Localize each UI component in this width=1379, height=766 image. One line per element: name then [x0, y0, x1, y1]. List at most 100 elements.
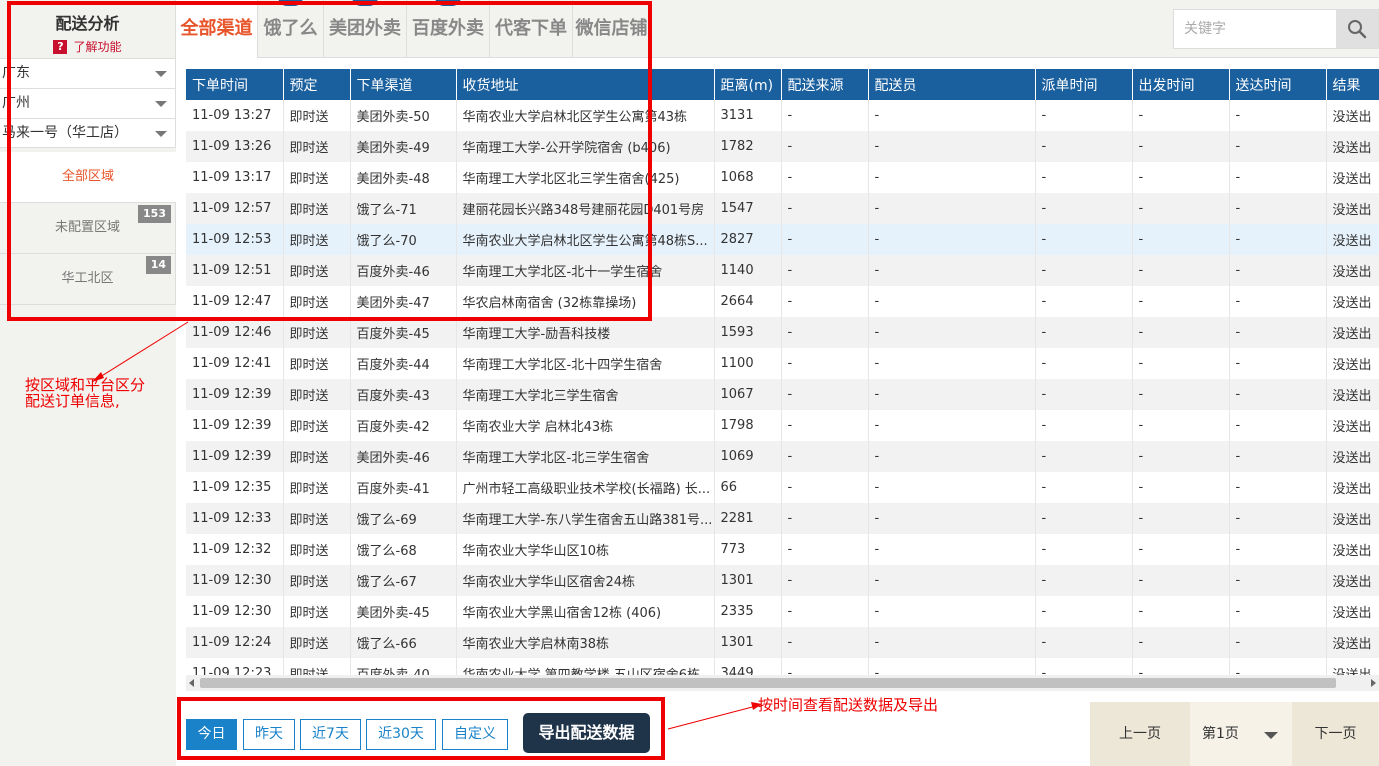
- search-icon: [1348, 20, 1367, 39]
- table-cell: -: [1132, 441, 1230, 472]
- table-cell: -: [1229, 255, 1327, 286]
- date-7days-button[interactable]: 近7天: [300, 719, 361, 750]
- table-row[interactable]: 11-09 12:39 即时送 美团外卖-46 华南理工大学北区-北三学生宿舍 1069…: [186, 441, 1379, 472]
- table-cell: -: [1132, 255, 1230, 286]
- orders-table-container[interactable]: 下单时间 预定 下单渠道 收货地址 距离(m) 配送来源 配送员 派单时间 出发…: [186, 69, 1379, 675]
- tab-eleme[interactable]: 71 饿了么: [258, 0, 324, 58]
- search-input[interactable]: [1174, 10, 1338, 48]
- zone-count-badge: 153: [138, 205, 171, 223]
- tab-proxy-order[interactable]: 代客下单: [490, 0, 573, 58]
- table-cell: -: [1035, 348, 1133, 379]
- tab-baidu[interactable]: 46 百度外卖: [407, 0, 490, 58]
- table-cell: -: [1035, 596, 1133, 627]
- table-cell: 华南农业大学华山区10栋: [456, 534, 715, 565]
- table-row[interactable]: 11-09 12:24 即时送 饿了么-66 华南农业大学启林南38栋 1301- - - -…: [186, 627, 1379, 658]
- tab-all-channels[interactable]: 全部渠道: [176, 0, 258, 58]
- table-cell: 华南理工大学-励吾科技楼: [456, 317, 715, 348]
- table-cell: -: [868, 410, 1036, 441]
- table-cell: 1100: [714, 348, 782, 379]
- table-row[interactable]: 11-09 12:46 即时送 百度外卖-45 华南理工大学-励吾科技楼 1593- - -…: [186, 317, 1379, 348]
- table-cell: 没送出: [1326, 534, 1379, 565]
- next-page-button[interactable]: 下一页: [1292, 702, 1379, 766]
- table-row[interactable]: 11-09 12:30 即时送 美团外卖-45 华南农业大学黑山宿舍12栋 (406)…: [186, 596, 1379, 627]
- tab-wechat-store[interactable]: 微信店铺: [573, 0, 650, 58]
- table-cell: -: [781, 100, 869, 131]
- table-row[interactable]: 11-09 12:51 即时送 百度外卖-46 华南理工大学北区-北十一学生宿舍 114…: [186, 255, 1379, 286]
- table-cell: 1069: [714, 441, 782, 472]
- column-header[interactable]: 送达时间: [1229, 69, 1327, 100]
- column-header[interactable]: 配送员: [868, 69, 1036, 100]
- column-header[interactable]: 结果: [1326, 69, 1379, 100]
- tab-meituan[interactable]: 50 美团外卖: [324, 0, 407, 58]
- column-header[interactable]: 下单时间: [186, 69, 284, 100]
- table-row[interactable]: 11-09 12:32 即时送 饿了么-68 华南农业大学华山区10栋 773- - - - -…: [186, 534, 1379, 565]
- table-cell: 3131: [714, 100, 782, 131]
- table-cell: -: [1132, 596, 1230, 627]
- table-row[interactable]: 11-09 12:39 即时送 百度外卖-42 华南农业大学 启林北43栋 1798- -…: [186, 410, 1379, 441]
- zone-item-unconfigured[interactable]: 未配置区域 153: [0, 203, 176, 254]
- table-row[interactable]: 11-09 13:26 即时送 美团外卖-49 华南理工大学-公开学院宿舍 (b406…: [186, 131, 1379, 162]
- table-row[interactable]: 11-09 12:53 即时送 饿了么-70 华南农业大学启林北区学生公寓第48栋S.…: [186, 224, 1379, 255]
- table-cell: 建丽花园长兴路348号建丽花园D401号房: [456, 193, 715, 224]
- table-cell: 华南农业大学黑山宿舍12栋 (406): [456, 596, 715, 627]
- city-select[interactable]: 广州: [0, 88, 176, 118]
- table-cell: 百度外卖-45: [350, 317, 457, 348]
- table-cell: 华南农业大学 第四教学楼 五山区宿舍6栋: [456, 658, 715, 675]
- table-row[interactable]: 11-09 12:35 即时送 百度外卖-41 广州市轻工高级职业技术学校(长福路) …: [186, 472, 1379, 503]
- table-cell: -: [1132, 565, 1230, 596]
- zone-item-huagong-north[interactable]: 华工北区 14: [0, 254, 176, 305]
- scroll-left-icon[interactable]: [189, 679, 194, 687]
- export-data-button[interactable]: 导出配送数据: [523, 713, 650, 753]
- column-header[interactable]: 下单渠道: [350, 69, 457, 100]
- table-row[interactable]: 11-09 13:27 即时送 美团外卖-50 华南农业大学启林北区学生公寓第43栋 3…: [186, 100, 1379, 131]
- table-cell: 广州市轻工高级职业技术学校(长福路) 长...: [456, 472, 715, 503]
- table-cell: 11-09 12:32: [186, 534, 284, 565]
- zone-item-all[interactable]: 全部区域: [0, 152, 176, 203]
- page-select[interactable]: 第1页: [1190, 702, 1292, 766]
- table-cell: 华南农业大学华山区宿舍24栋: [456, 565, 715, 596]
- table-cell: 即时送: [283, 658, 351, 675]
- store-select[interactable]: 马来一号（华工店）: [0, 118, 176, 148]
- date-today-button[interactable]: 今日: [186, 719, 237, 750]
- table-row[interactable]: 11-09 12:57 即时送 饿了么-71 建丽花园长兴路348号建丽花园D401号…: [186, 193, 1379, 224]
- scrollbar-thumb[interactable]: [200, 678, 1336, 688]
- help-link[interactable]: ? 了解功能: [0, 38, 175, 55]
- date-custom-button[interactable]: 自定义: [442, 719, 508, 750]
- horizontal-scrollbar[interactable]: [186, 675, 1379, 691]
- table-cell: 没送出: [1326, 348, 1379, 379]
- search-button[interactable]: [1336, 10, 1378, 48]
- table-cell: 华南理工大学-东八学生宿舍五山路381号...: [456, 503, 715, 534]
- table-cell: -: [781, 534, 869, 565]
- date-yesterday-button[interactable]: 昨天: [243, 719, 295, 750]
- scroll-right-icon[interactable]: [1371, 679, 1376, 687]
- table-row[interactable]: 11-09 12:47 即时送 美团外卖-47 华农启林南宿舍 (32栋靠操场) 266…: [186, 286, 1379, 317]
- table-cell: -: [781, 441, 869, 472]
- column-header[interactable]: 距离(m): [714, 69, 782, 100]
- table-cell: 即时送: [283, 131, 351, 162]
- table-cell: 百度外卖-43: [350, 379, 457, 410]
- tab-label: 饿了么: [263, 18, 318, 39]
- table-cell: 没送出: [1326, 131, 1379, 162]
- table-row[interactable]: 11-09 12:33 即时送 饿了么-69 华南理工大学-东八学生宿舍五山路381号…: [186, 503, 1379, 534]
- table-row[interactable]: 11-09 12:39 即时送 百度外卖-43 华南理工大学北三学生宿舍 1067- - -…: [186, 379, 1379, 410]
- table-row[interactable]: 11-09 12:30 即时送 饿了么-67 华南农业大学华山区宿舍24栋 1301- -…: [186, 565, 1379, 596]
- column-header[interactable]: 配送来源: [781, 69, 869, 100]
- column-header[interactable]: 派单时间: [1035, 69, 1133, 100]
- column-header[interactable]: 出发时间: [1132, 69, 1230, 100]
- table-cell: -: [1229, 441, 1327, 472]
- table-cell: 华南理工大学北三学生宿舍: [456, 379, 715, 410]
- province-select[interactable]: 广东: [0, 58, 176, 88]
- table-row[interactable]: 11-09 12:41 即时送 百度外卖-44 华南理工大学北区-北十四学生宿舍 110…: [186, 348, 1379, 379]
- table-row[interactable]: 11-09 12:23即时送百度外卖-40华南农业大学 第四教学楼 五山区宿舍6…: [186, 658, 1379, 675]
- table-cell: -: [1229, 503, 1327, 534]
- table-cell: -: [1229, 100, 1327, 131]
- column-header[interactable]: 预定: [283, 69, 351, 100]
- table-cell: 华南理工大学北区北三学生宿舍(425): [456, 162, 715, 193]
- help-link-label: 了解功能: [73, 40, 122, 54]
- table-cell: -: [868, 596, 1036, 627]
- column-header[interactable]: 收货地址: [456, 69, 715, 100]
- table-cell: -: [1229, 410, 1327, 441]
- table-row[interactable]: 11-09 13:17 即时送 美团外卖-48 华南理工大学北区北三学生宿舍(425)…: [186, 162, 1379, 193]
- prev-page-button[interactable]: 上一页: [1090, 702, 1190, 766]
- date-30days-button[interactable]: 近30天: [366, 719, 436, 750]
